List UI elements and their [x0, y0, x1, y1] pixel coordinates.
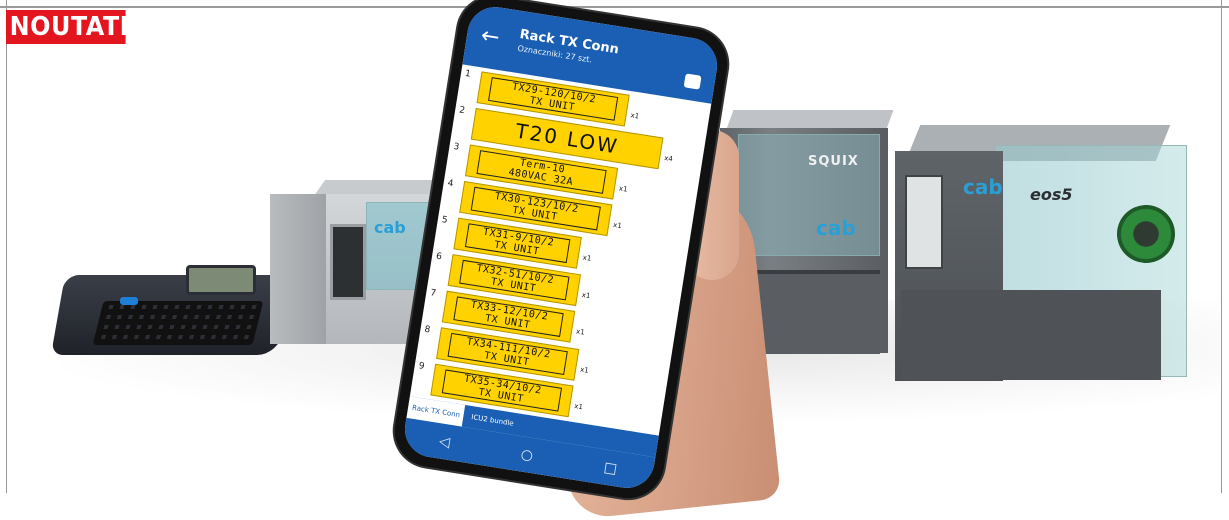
label-quantity: x1 [612, 220, 623, 231]
label-quantity: x1 [573, 402, 584, 412]
label-quantity: x1 [582, 253, 592, 263]
label-number: 8 [423, 324, 431, 336]
label-quantity: x1 [618, 184, 629, 194]
ribbon-spool [1117, 205, 1175, 263]
printer-icon[interactable] [683, 73, 702, 90]
label-maker-keyboard [92, 301, 264, 345]
label-number: 3 [452, 141, 460, 153]
label-number: 9 [417, 361, 426, 373]
label-quantity: x1 [579, 365, 590, 375]
label-number: 5 [441, 215, 449, 226]
printer-door [905, 175, 943, 269]
eos5-logo: eos5 [1030, 185, 1073, 204]
printer-side [270, 194, 328, 344]
handheld-label-maker [50, 255, 294, 367]
arrow-left-icon[interactable]: ← [479, 23, 501, 51]
label-quantity: x1 [575, 327, 586, 337]
cab-logo: cab [374, 218, 406, 237]
noutate-badge: NOUTATE [6, 10, 136, 44]
cab-logo: cab [816, 216, 856, 240]
label-number: 6 [435, 251, 443, 263]
label-number: 4 [446, 178, 455, 190]
label-number: 1 [464, 68, 472, 80]
label-quantity: x1 [581, 290, 591, 301]
label-quantity: x1 [629, 111, 640, 121]
home-nav-icon[interactable]: ○ [520, 446, 535, 464]
back-nav-icon[interactable]: ◁ [438, 433, 451, 450]
cab-logo: cab [963, 175, 1003, 199]
printer-lower [901, 290, 1161, 380]
squix-logo: SQUIX [808, 154, 859, 169]
label-maker-screen [186, 265, 256, 295]
label-list: 1 TX29-120/10/2 TX UNIT x1 2 T20 LOW x4 3 Term-1… [408, 64, 711, 444]
printer-panel [330, 224, 366, 300]
printer-cover [738, 134, 880, 256]
label-quantity: x4 [663, 154, 674, 164]
recents-nav-icon[interactable]: □ [603, 459, 619, 477]
eos5-printer: cab eos5 [895, 125, 1195, 381]
label-maker-accent [120, 297, 138, 305]
label-number: 7 [429, 288, 437, 299]
label-number: 2 [458, 105, 466, 117]
